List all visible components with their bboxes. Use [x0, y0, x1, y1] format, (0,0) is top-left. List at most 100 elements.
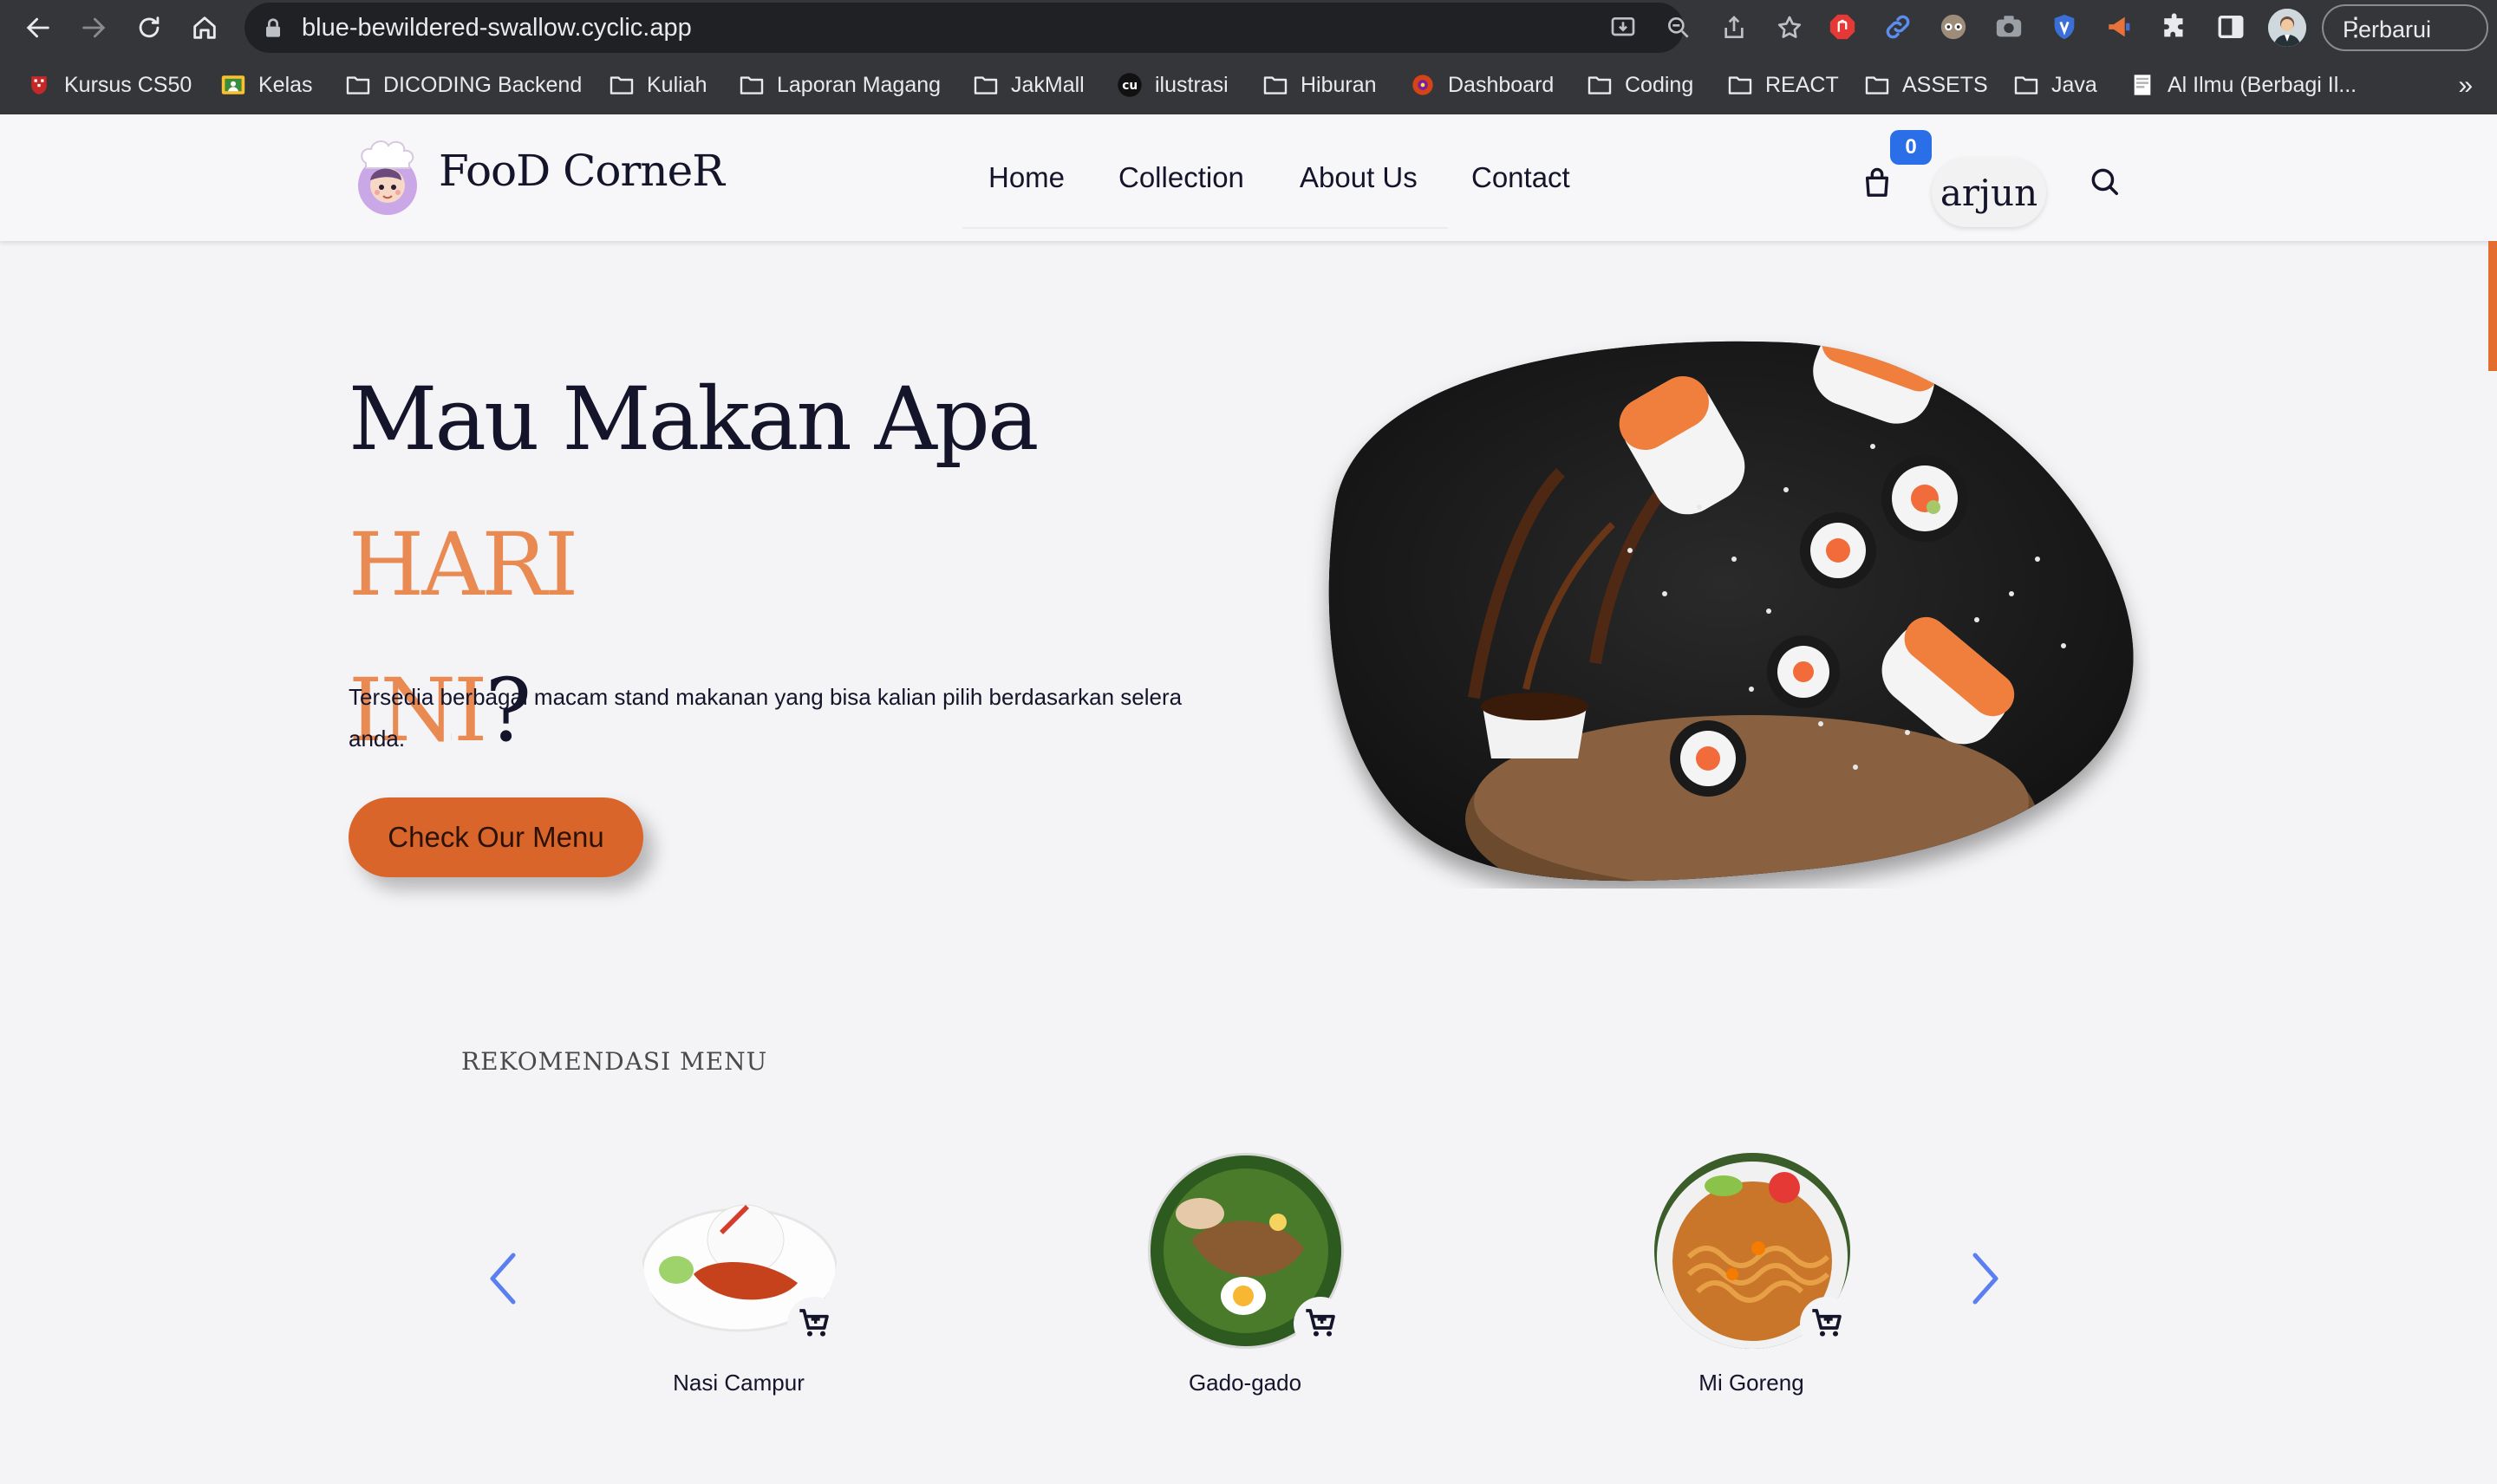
site-header: FooD CorneR Home Collection About Us Con… [0, 114, 2497, 241]
bookmark-label: ASSETS [1902, 72, 1988, 97]
bookmark-java[interactable]: Java [2013, 71, 2097, 99]
menu-card-mi-goreng[interactable]: Mi Goreng [1647, 1149, 1855, 1409]
folder-icon [609, 74, 635, 96]
share-icon[interactable] [1718, 12, 1750, 43]
address-bar[interactable]: blue-bewildered-swallow.cyclic.app [244, 3, 1802, 53]
hero-title-text: Mau Makan Apa [349, 368, 1039, 470]
forward-button[interactable] [76, 10, 111, 45]
bookmark-dicoding-backend[interactable]: DICODING Backend [345, 71, 582, 99]
bookmark-kuliah[interactable]: Kuliah [609, 71, 707, 99]
bookmark-react[interactable]: REACT [1727, 71, 1839, 99]
folder-icon [345, 74, 371, 96]
kebab-menu-icon[interactable]: ⋮ [2343, 15, 2471, 41]
folder-icon [973, 74, 999, 96]
nav-divider [962, 227, 1448, 229]
folder-icon [1727, 74, 1753, 96]
bookmark-laporan-magang[interactable]: Laporan Magang [739, 71, 941, 99]
folder-icon [1262, 74, 1288, 96]
add-to-cart-button[interactable] [1294, 1297, 1347, 1351]
bookmark-coding[interactable]: Coding [1587, 71, 1693, 99]
bookmark-star-icon[interactable] [1774, 12, 1805, 43]
menu-card-nasi-campur[interactable]: Nasi Campur [635, 1149, 843, 1409]
menu-item-name: Mi Goreng [1698, 1370, 1804, 1396]
nav-home[interactable]: Home [988, 161, 1065, 194]
profile-avatar[interactable] [2268, 9, 2306, 47]
sushi-hero-image [1328, 341, 2134, 882]
folder-icon [1587, 74, 1613, 96]
adblock-extension-icon[interactable] [1826, 10, 1859, 43]
bookmarks-overflow-button[interactable]: » [2458, 71, 2473, 101]
folder-icon [2013, 74, 2039, 96]
menu-item-name: Nasi Campur [673, 1370, 805, 1396]
bookmark-kelas[interactable]: Kelas [220, 71, 313, 99]
chef-logo-icon[interactable] [349, 137, 427, 218]
megaphone-extension-icon[interactable] [2103, 10, 2136, 43]
shopping-bag-icon[interactable] [1862, 166, 1892, 199]
harvard-shield-icon [26, 74, 52, 96]
home-icon [193, 16, 216, 39]
carousel-next-icon[interactable] [1963, 1248, 2006, 1309]
bookmark-hiburan[interactable]: Hiburan [1262, 71, 1377, 99]
browser-toolbar: blue-bewildered-swallow.cyclic.app Perba… [0, 0, 2497, 55]
bookmark-al-ilmu[interactable]: Al Ilmu (Berbagi Il... [2129, 71, 2357, 99]
reload-button[interactable] [132, 10, 166, 45]
puzzle-icon[interactable] [2159, 10, 2192, 43]
reload-icon [139, 16, 160, 38]
menu-card-gado-gado[interactable]: Gado-gado [1141, 1149, 1349, 1409]
back-button[interactable] [21, 10, 55, 45]
bookmark-label: Kursus CS50 [64, 72, 192, 97]
bookmark-ilustrasi[interactable]: cu ilustrasi [1117, 71, 1229, 99]
nav-contact[interactable]: Contact [1471, 161, 1570, 194]
arrow-left-icon [26, 17, 49, 38]
bookmark-label: Kelas [258, 72, 313, 97]
folder-icon [739, 74, 765, 96]
bookmark-assets[interactable]: ASSETS [1864, 71, 1988, 99]
bookmarks-bar: Kursus CS50 Kelas DICODING Backend Kulia… [0, 55, 2497, 115]
home-button[interactable] [187, 10, 222, 45]
add-to-cart-button[interactable] [1800, 1297, 1854, 1351]
recommendations-heading: REKOMENDASI MENU [461, 1047, 768, 1076]
bookmark-label: Kuliah [647, 72, 707, 97]
bookmark-label: ilustrasi [1155, 72, 1229, 97]
glasses-extension-icon[interactable] [1937, 10, 1970, 43]
carousel-prev-icon[interactable] [482, 1248, 525, 1309]
cart-plus-icon [1812, 1309, 1842, 1337]
url-text: blue-bewildered-swallow.cyclic.app [302, 14, 692, 42]
bookmark-label: Dashboard [1448, 72, 1555, 97]
cart-plus-icon [1306, 1309, 1335, 1337]
bookmark-label: Laporan Magang [777, 72, 942, 97]
bookmark-dashboard[interactable]: Dashboard [1410, 71, 1554, 99]
bookmark-kursus-cs50[interactable]: Kursus CS50 [26, 71, 192, 99]
illustration-logo-icon: cu [1117, 73, 1143, 97]
update-button[interactable]: Perbarui ⋮ [2322, 4, 2488, 51]
hero-description: Tersedia berbagai macam stand makanan ya… [349, 684, 1183, 752]
lock-icon [266, 18, 280, 37]
svg-text:cu: cu [1122, 79, 1138, 93]
bookmark-label: DICODING Backend [383, 72, 583, 97]
bookmark-jakmall[interactable]: JakMall [973, 71, 1085, 99]
brand-name[interactable]: FooD CorneR [439, 146, 725, 196]
side-panel-icon[interactable] [2214, 10, 2247, 43]
bookmark-label: JakMall [1011, 72, 1085, 97]
install-app-icon[interactable] [1607, 12, 1639, 43]
menu-item-name: Gado-gado [1188, 1370, 1302, 1396]
zoom-icon[interactable] [1663, 12, 1694, 43]
user-profile-button[interactable]: arjun [1932, 158, 2046, 227]
bookmark-label: Al Ilmu (Berbagi Il... [2168, 72, 2357, 97]
camera-extension-icon[interactable] [1992, 10, 2025, 43]
shield-extension-icon[interactable] [2048, 10, 2081, 43]
bookmark-label: Java [2051, 72, 2097, 97]
add-to-cart-button[interactable] [787, 1297, 841, 1351]
check-menu-button[interactable]: Check Our Menu [349, 797, 643, 877]
page-scrollbar[interactable] [2488, 241, 2497, 371]
classroom-icon [220, 74, 246, 96]
cart-plus-icon [799, 1309, 829, 1337]
bookmark-label: REACT [1765, 72, 1839, 97]
page-icon [2129, 74, 2155, 96]
link-extension-icon[interactable] [1881, 10, 1914, 43]
nav-collection[interactable]: Collection [1118, 161, 1244, 194]
cart-count-badge: 0 [1890, 130, 1932, 165]
nav-about-us[interactable]: About Us [1300, 161, 1418, 194]
bookmark-label: Coding [1625, 72, 1694, 97]
search-icon[interactable] [2088, 165, 2121, 198]
